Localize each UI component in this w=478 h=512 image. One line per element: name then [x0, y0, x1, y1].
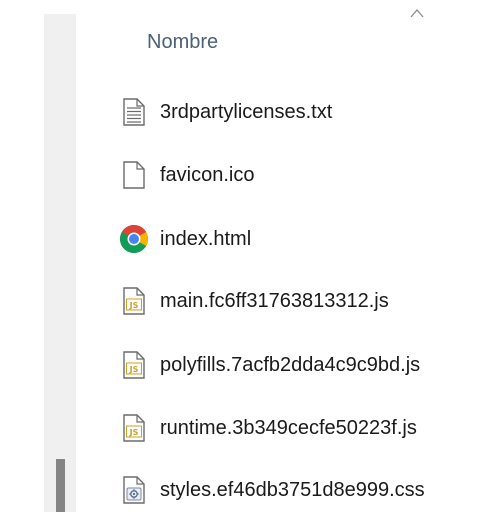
- file-row[interactable]: index.html: [116, 219, 478, 259]
- text-file-icon: [116, 94, 152, 130]
- file-name: runtime.3b349cecfe50223f.js: [160, 416, 417, 439]
- file-explorer-pane: Nombre 3rdpartylicenses.txt favicon.ico …: [0, 0, 478, 512]
- file-row[interactable]: favicon.ico: [116, 155, 478, 195]
- js-file-icon: JS: [116, 283, 152, 319]
- file-row[interactable]: JS runtime.3b349cecfe50223f.js: [116, 408, 478, 448]
- svg-text:JS: JS: [129, 428, 139, 437]
- svg-text:JS: JS: [129, 301, 139, 310]
- file-row[interactable]: JS polyfills.7acfb2dda4c9c9bd.js: [116, 345, 478, 385]
- file-list: 3rdpartylicenses.txt favicon.ico index.h…: [0, 0, 478, 512]
- file-name: index.html: [160, 227, 252, 250]
- blank-file-icon: [116, 157, 152, 193]
- file-row[interactable]: 3rdpartylicenses.txt: [116, 92, 478, 132]
- svg-text:JS: JS: [129, 365, 139, 374]
- file-name: styles.ef46db3751d8e999.css: [160, 478, 425, 501]
- file-name: 3rdpartylicenses.txt: [160, 100, 333, 123]
- file-name: favicon.ico: [160, 163, 255, 186]
- chrome-icon: [116, 221, 152, 257]
- js-file-icon: JS: [116, 410, 152, 446]
- file-row[interactable]: JS main.fc6ff31763813312.js: [116, 281, 478, 321]
- js-file-icon: JS: [116, 347, 152, 383]
- file-row[interactable]: styles.ef46db3751d8e999.css: [116, 470, 478, 510]
- css-file-icon: [116, 472, 152, 508]
- file-name: main.fc6ff31763813312.js: [160, 289, 389, 312]
- file-name: polyfills.7acfb2dda4c9c9bd.js: [160, 353, 421, 376]
